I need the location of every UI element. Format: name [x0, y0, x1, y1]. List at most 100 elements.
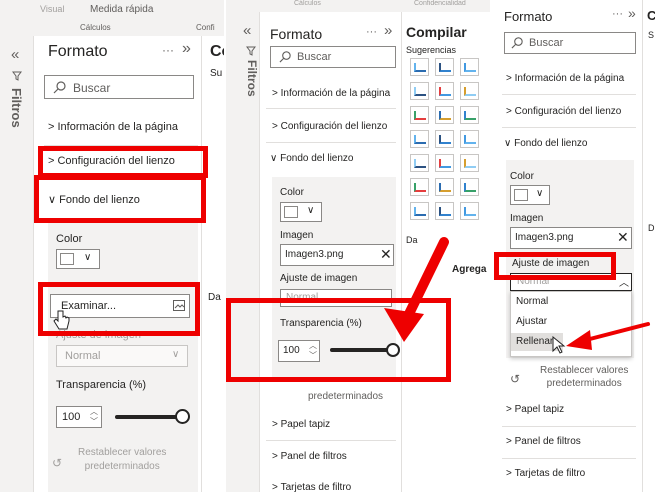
spinner-icon: ︿ ﹀: [90, 407, 98, 426]
visual-type-icon[interactable]: [460, 202, 479, 220]
reset-defaults-label[interactable]: Restablecer valores predeterminados: [78, 446, 166, 474]
slider-thumb[interactable]: [175, 409, 190, 424]
filter-icon[interactable]: [246, 46, 256, 56]
panel-1: Visual Medida rápida Cálculos Confi « Fi…: [0, 0, 224, 492]
close-icon[interactable]: ✕: [617, 229, 629, 246]
expand-icon[interactable]: »: [384, 22, 392, 39]
color-swatch: [514, 189, 528, 201]
ribbon-conf: Confidencialidad: [414, 0, 466, 7]
color-picker[interactable]: ∨: [510, 185, 550, 205]
section-canvas-settings[interactable]: > Configuración del lienzo: [272, 121, 387, 132]
search-placeholder: Buscar: [297, 51, 332, 63]
format-title: Formato: [504, 9, 553, 24]
visual-type-icon[interactable]: [460, 82, 479, 100]
ribbon-visual[interactable]: Visual: [40, 4, 64, 14]
ribbon: Cálculos Confidencialidad: [226, 0, 490, 12]
highlight-box: [494, 252, 616, 280]
section-canvas-settings[interactable]: > Configuración del lienzo: [506, 106, 621, 117]
visual-type-icon[interactable]: [410, 130, 429, 148]
visual-type-icon[interactable]: [410, 154, 429, 172]
section-filter-pane[interactable]: > Panel de filtros: [272, 451, 347, 462]
section-page-info[interactable]: > Información de la página: [506, 73, 624, 84]
search-input[interactable]: Buscar: [44, 75, 194, 99]
fit-label: Ajuste de imagen: [280, 273, 358, 284]
divider: [642, 0, 643, 492]
visual-type-icon[interactable]: [410, 58, 429, 76]
image-input[interactable]: Imagen3.png ✕: [510, 227, 632, 249]
visual-type-icon[interactable]: [460, 154, 479, 172]
color-label: Color: [280, 187, 304, 198]
visual-type-icon[interactable]: [460, 130, 479, 148]
collapse-icon[interactable]: «: [243, 22, 251, 39]
reset-defaults-label[interactable]: Restablecer valores predeterminados: [540, 364, 628, 390]
add-data-label[interactable]: Agrega: [452, 264, 486, 275]
divider: [266, 108, 396, 109]
next-pane-title: Co: [210, 43, 224, 60]
highlight-box: [34, 175, 206, 223]
visual-type-icon[interactable]: [410, 202, 429, 220]
section-page-info[interactable]: > Información de la página: [48, 121, 178, 133]
more-options-icon[interactable]: ···: [162, 43, 174, 57]
option-fill[interactable]: Rellenar: [516, 336, 553, 347]
format-title: Formato: [48, 43, 108, 60]
visual-type-icon[interactable]: [460, 58, 479, 76]
highlight-box: [38, 282, 200, 336]
visual-type-icon[interactable]: [410, 178, 429, 196]
visual-type-icon[interactable]: [435, 58, 454, 76]
panel-2: Cálculos Confidencialidad « Filtros Form…: [226, 0, 490, 492]
ribbon-calc: Cálculos: [80, 23, 111, 32]
visual-type-icon[interactable]: [435, 130, 454, 148]
color-picker[interactable]: ∨: [280, 202, 322, 222]
filter-icon[interactable]: [12, 71, 22, 81]
section-wallpaper[interactable]: > Papel tapiz: [272, 419, 330, 430]
expand-icon[interactable]: »: [628, 5, 636, 21]
filters-label[interactable]: Filtros: [245, 60, 259, 97]
search-input[interactable]: Buscar: [504, 32, 636, 54]
transparency-label: Transparencia (%): [56, 379, 147, 391]
color-picker[interactable]: ∨: [56, 249, 100, 269]
search-input[interactable]: Buscar: [270, 46, 396, 68]
visual-type-icon[interactable]: [435, 82, 454, 100]
build-title: Compilar: [406, 24, 467, 40]
reset-icon[interactable]: ↺: [510, 372, 520, 386]
visual-type-icon[interactable]: [460, 106, 479, 124]
next-pane-data: D: [648, 223, 655, 233]
more-options-icon[interactable]: ···: [366, 26, 377, 38]
section-page-info[interactable]: > Información de la página: [272, 88, 390, 99]
visual-type-icon[interactable]: [435, 154, 454, 172]
section-filter-cards[interactable]: > Tarjetas de filtro: [272, 482, 351, 492]
divider: [502, 458, 636, 459]
visual-type-icon[interactable]: [460, 178, 479, 196]
section-filter-cards[interactable]: > Tarjetas de filtro: [506, 468, 585, 479]
section-canvas-background[interactable]: ∨ Fondo del lienzo: [504, 138, 588, 149]
expand-icon[interactable]: »: [182, 40, 191, 58]
image-value: Imagen3.png: [515, 232, 574, 243]
filters-label[interactable]: Filtros: [9, 88, 24, 128]
transparency-input[interactable]: 100 ︿ ﹀: [56, 406, 102, 428]
visual-type-icon[interactable]: [435, 202, 454, 220]
visual-type-icon[interactable]: [435, 178, 454, 196]
section-wallpaper[interactable]: > Papel tapiz: [506, 404, 564, 415]
option-normal[interactable]: Normal: [516, 296, 548, 307]
reset-defaults-label[interactable]: predeterminados: [308, 391, 383, 402]
section-filter-pane[interactable]: > Panel de filtros: [506, 436, 581, 447]
next-pane-data: Da: [208, 292, 221, 303]
reset-icon[interactable]: ↺: [52, 456, 62, 470]
fit-select[interactable]: Normal ∨: [56, 345, 188, 367]
transparency-slider[interactable]: [115, 415, 183, 419]
ribbon-quick-measure[interactable]: Medida rápida: [90, 4, 153, 15]
suggestions-label[interactable]: Sugerencias: [406, 45, 456, 55]
filters-strip: « Filtros: [0, 36, 34, 492]
visual-gallery: [410, 58, 490, 238]
more-options-icon[interactable]: ···: [612, 8, 623, 20]
visual-type-icon[interactable]: [410, 82, 429, 100]
visual-type-icon[interactable]: [435, 106, 454, 124]
divider: [266, 440, 396, 441]
section-canvas-background[interactable]: ∨ Fondo del lienzo: [270, 153, 354, 164]
option-fit[interactable]: Ajustar: [516, 316, 547, 327]
collapse-icon[interactable]: «: [11, 46, 19, 63]
chevron-down-icon: ∨: [84, 252, 92, 263]
visual-type-icon[interactable]: [410, 106, 429, 124]
ribbon-conf: Confi: [196, 23, 215, 32]
arrow-icon: [384, 237, 449, 342]
